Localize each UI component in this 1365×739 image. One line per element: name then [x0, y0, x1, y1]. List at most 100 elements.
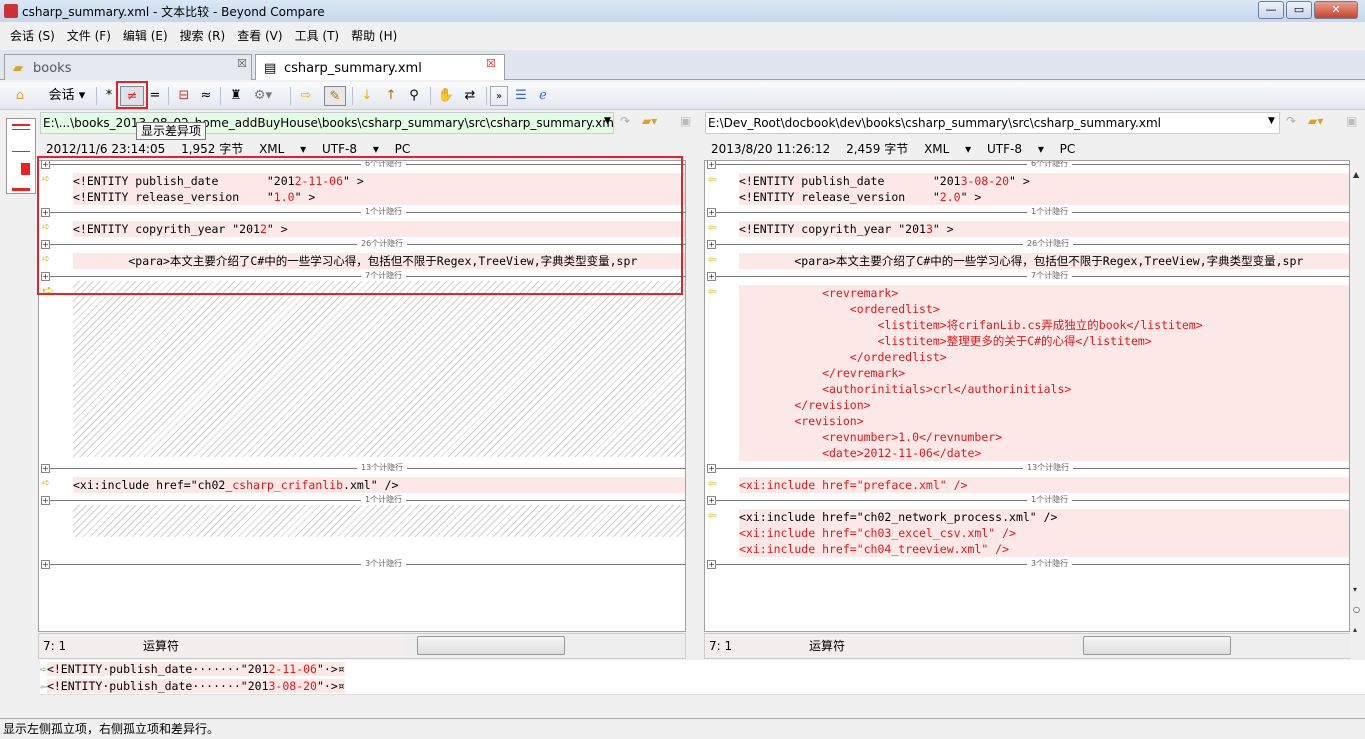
- right-lineend[interactable]: PC: [1060, 142, 1076, 156]
- left-horizontal-scrollbar[interactable]: [405, 634, 685, 658]
- code-line: <!ENTITY release_version "2.0" >: [705, 189, 1349, 205]
- context-icon[interactable]: ⊟: [174, 86, 194, 106]
- expand-plus-icon[interactable]: +: [707, 240, 716, 249]
- toolbar: ⌂ 会话 ▾ * ≠ = ⊟ ≈ ♜ ⚙▾ ⇨ ✎ ↓ ↑ ⚲ ✋ ⇄ » ☰ …: [0, 82, 1365, 110]
- show-all-button[interactable]: *: [102, 86, 116, 106]
- menu-view[interactable]: 查看 (V): [231, 27, 288, 44]
- right-cursor-position: 7: 1: [709, 639, 733, 653]
- left-lineend[interactable]: PC: [395, 142, 411, 156]
- menu-search[interactable]: 搜索 (R): [174, 27, 232, 44]
- close-button[interactable]: ✕: [1314, 1, 1358, 19]
- right-size: 2,459 字节: [846, 142, 909, 156]
- left-save-icon[interactable]: ▣: [680, 114, 691, 128]
- show-same-button[interactable]: =: [148, 86, 162, 106]
- detail-text: <!ENTITY·publish_date·······"2013-08-20"…: [46, 679, 345, 693]
- swap-icon[interactable]: ⇄: [460, 86, 480, 106]
- copy-left-arrow-icon[interactable]: ⇦: [708, 220, 724, 234]
- home-icon[interactable]: ⌂: [10, 86, 30, 106]
- hand-icon[interactable]: ✋: [436, 86, 456, 106]
- rules-icon[interactable]: ♜: [226, 86, 246, 106]
- expand-plus-icon[interactable]: +: [707, 496, 716, 505]
- expand-plus-icon[interactable]: +: [707, 161, 716, 169]
- expand-plus-icon[interactable]: +: [41, 560, 50, 569]
- expand-plus-icon[interactable]: +: [41, 464, 50, 473]
- code-text: <revremark>: [739, 286, 899, 300]
- expand-icon[interactable]: »: [490, 86, 508, 106]
- left-path-input[interactable]: E:\...\books_2013_08_02_home_addBuyHouse…: [40, 112, 614, 134]
- code-text: " >: [932, 222, 954, 236]
- minimize-button[interactable]: —: [1258, 1, 1284, 19]
- line-text: <authorinitials>crl</authorinitials>: [739, 381, 1349, 397]
- maximize-button[interactable]: ▭: [1286, 1, 1312, 19]
- right-editor-pane[interactable]: +6个计隐行 +1个计隐行 +26个计隐行 +7个计隐行 +13个计隐行 +1个计隐行 +3…: [704, 160, 1350, 632]
- expand-plus-icon[interactable]: +: [707, 464, 716, 473]
- line-text: <!ENTITY copyrith_year "2013" >: [739, 221, 1349, 237]
- code-text: <revnumber>1.0</revnumber>: [739, 430, 1003, 444]
- show-minor-button[interactable]: ≈: [198, 86, 214, 106]
- format-label: XML: [259, 142, 285, 156]
- tab-close-icon[interactable]: ☒: [486, 57, 496, 70]
- edit-pencil-icon[interactable]: ✎: [324, 86, 346, 106]
- diff-overview-map[interactable]: [6, 118, 36, 194]
- code-text: <xi:include href="ch02_network_process.x…: [739, 510, 1058, 524]
- format-gear-icon[interactable]: ⚙▾: [250, 86, 276, 106]
- copy-left-arrow-icon[interactable]: ⇦: [708, 172, 724, 186]
- left-path-dropdown[interactable]: ▼: [604, 116, 611, 126]
- find-binoculars-icon[interactable]: ⚲: [404, 86, 424, 106]
- code-text: <authorinitials>crl</authorinitials>: [739, 382, 1072, 396]
- left-swap-icon[interactable]: ↷: [620, 114, 630, 128]
- right-date: 2013/8/20 11:26:12: [711, 142, 831, 156]
- right-encoding[interactable]: UTF-8 ▾: [987, 142, 1044, 156]
- next-diff-icon[interactable]: ↓: [358, 86, 376, 106]
- left-file-info: 2012/11/6 23:14:05 1,952 字节 XML ▾ UTF-8 …: [46, 140, 422, 157]
- menu-edit[interactable]: 编辑 (E): [117, 27, 174, 44]
- right-open-folder-icon[interactable]: ▰▾: [1308, 114, 1323, 128]
- left-format[interactable]: XML ▾: [259, 142, 306, 156]
- right-file-info: 2013/8/20 11:26:12 2,459 字节 XML ▾ UTF-8 …: [711, 140, 1087, 157]
- copy-left-arrow-icon[interactable]: ⇦: [708, 252, 724, 266]
- right-path-input[interactable]: E:\Dev_Root\docbook\dev\books\csharp_sum…: [705, 112, 1280, 134]
- browser-icon[interactable]: ℯ: [534, 86, 552, 106]
- tab-books[interactable]: ▰ books ☒: [4, 54, 252, 80]
- right-horizontal-scrollbar[interactable]: [1071, 634, 1351, 658]
- code-text: " >: [1009, 174, 1030, 188]
- copy-to-right-icon[interactable]: ⇨: [296, 86, 316, 106]
- code-line: ⇦ <!ENTITY publish_date "2013-08-20" >: [705, 172, 1349, 189]
- line-text: <revnumber>1.0</revnumber>: [739, 429, 1349, 445]
- copy-left-arrow-icon[interactable]: ⇦: [708, 508, 724, 522]
- line-text: <revision>: [739, 413, 1349, 429]
- left-encoding[interactable]: UTF-8 ▾: [322, 142, 379, 156]
- session-button[interactable]: 会话 ▾: [42, 86, 92, 106]
- right-path-dropdown[interactable]: ▼: [1268, 116, 1275, 126]
- expand-plus-icon[interactable]: +: [707, 272, 716, 281]
- menu-file[interactable]: 文件 (F): [61, 27, 117, 44]
- expand-plus-icon[interactable]: +: [707, 560, 716, 569]
- prev-diff-icon[interactable]: ↑: [382, 86, 400, 106]
- menu-help[interactable]: 帮助 (H): [345, 27, 403, 44]
- right-status-row: 7: 1 运算符: [704, 633, 1351, 659]
- code-text: <xi:include href="preface.xml" />: [739, 478, 968, 492]
- separator-label: 3个计隐行: [361, 559, 407, 569]
- right-format[interactable]: XML ▾: [924, 142, 971, 156]
- tab-close-icon[interactable]: ☒: [237, 57, 247, 70]
- code-line: ➪ <xi:include href="ch02_csharp_crifanlib…: [39, 476, 685, 493]
- tab-csharp-summary[interactable]: ▤ csharp_summary.xml ☒: [255, 54, 505, 80]
- expand-plus-icon[interactable]: +: [41, 496, 50, 505]
- right-save-icon[interactable]: ▣: [1346, 114, 1357, 128]
- detail-horizontal-scrollbar[interactable]: [40, 695, 1365, 717]
- detail-text: <!ENTITY·publish_date·······"201: [46, 679, 269, 693]
- vertical-scrollbar[interactable]: ▲ ▾ ○ ▴: [1350, 160, 1365, 634]
- menu-tools[interactable]: 工具 (T): [289, 27, 346, 44]
- expand-plus-icon[interactable]: +: [707, 208, 716, 217]
- hidden-lines-separator: +13个计隐行: [707, 463, 1349, 473]
- left-open-folder-icon[interactable]: ▰▾: [642, 114, 657, 128]
- right-swap-icon[interactable]: ↷: [1286, 114, 1296, 128]
- code-line: ⇦ <xi:include href="preface.xml" />: [705, 476, 1349, 493]
- menu-session[interactable]: 会话 (S): [4, 27, 61, 44]
- code-text: <date>2012-11-06</date>: [739, 446, 982, 460]
- copy-left-arrow-icon[interactable]: ⇦: [708, 476, 724, 490]
- left-date: 2012/11/6 23:14:05: [46, 142, 166, 156]
- copy-left-arrow-icon[interactable]: ⇦: [708, 284, 724, 298]
- line-numbers-icon[interactable]: ☰: [512, 86, 530, 106]
- copy-right-arrow-icon[interactable]: ➪: [42, 476, 58, 490]
